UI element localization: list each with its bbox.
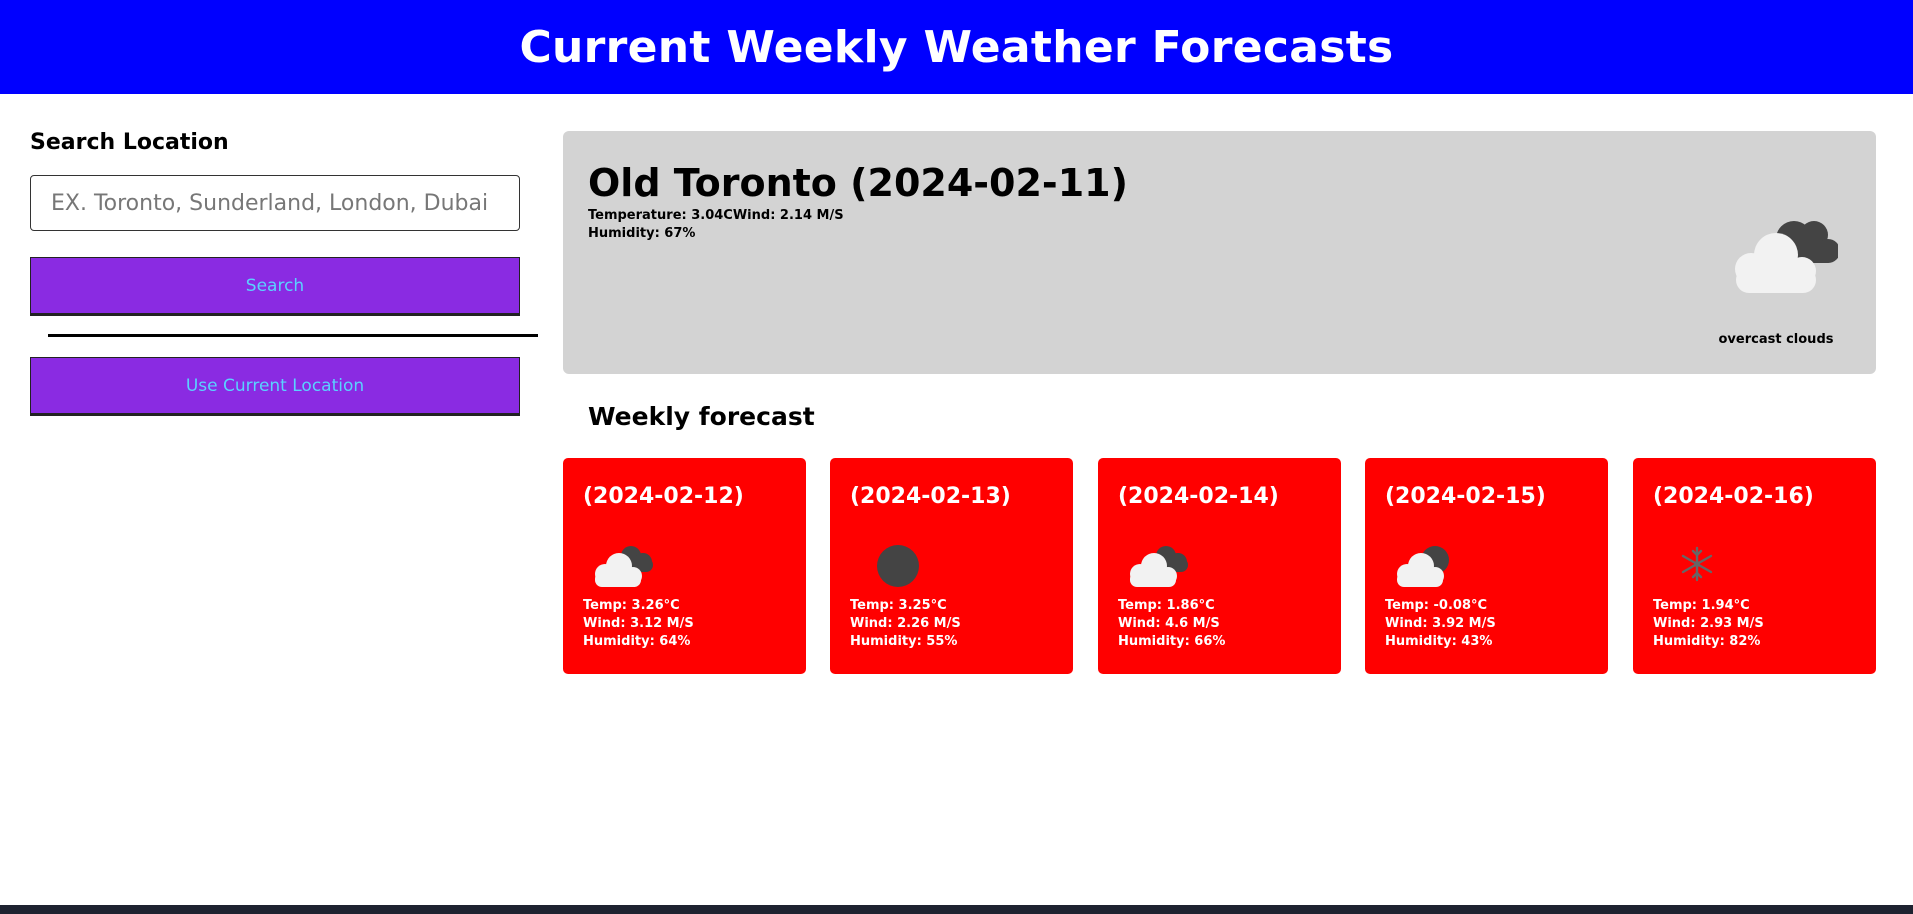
forecast-wind: Wind: 2.93 M/S: [1653, 616, 1764, 631]
current-humidity: Humidity: 67%: [588, 226, 696, 241]
forecast-card: (2024-02-12) Temp: 3.26°C Wind: 3.12 M/S…: [563, 458, 806, 674]
forecast-wind: Wind: 4.6 M/S: [1118, 616, 1220, 631]
forecast-card: (2024-02-16) Temp: 1.94°C Wind: 2.93 M/S…: [1633, 458, 1876, 674]
forecast-humidity: Humidity: 43%: [1385, 634, 1493, 649]
broken-clouds-icon: [595, 546, 653, 587]
forecast-humidity: Humidity: 55%: [850, 634, 958, 649]
partly-cloudy-icon: [1397, 546, 1449, 587]
forecast-temp: Temp: 3.26°C: [583, 598, 680, 613]
snow-icon: [1681, 546, 1713, 582]
search-input[interactable]: [30, 175, 520, 231]
search-sidebar: Search Location Search Use Current Locat…: [30, 130, 538, 416]
forecast-humidity: Humidity: 66%: [1118, 634, 1226, 649]
broken-clouds-icon: [1130, 546, 1188, 587]
current-description: overcast clouds: [1718, 332, 1834, 347]
divider: [48, 334, 538, 337]
dark-cloud-icon: [877, 545, 919, 587]
forecast-humidity: Humidity: 64%: [583, 634, 691, 649]
page-header: Current Weekly Weather Forecasts: [0, 0, 1913, 94]
forecast-date: (2024-02-14): [1118, 484, 1279, 509]
forecast-date: (2024-02-16): [1653, 484, 1814, 509]
current-location-title: Old Toronto (2024-02-11): [588, 161, 1128, 205]
forecast-humidity: Humidity: 82%: [1653, 634, 1761, 649]
forecast-date: (2024-02-13): [850, 484, 1011, 509]
forecast-wind: Wind: 2.26 M/S: [850, 616, 961, 631]
forecast-card: (2024-02-15) Temp: -0.08°C Wind: 3.92 M/…: [1365, 458, 1608, 674]
page-title: Current Weekly Weather Forecasts: [519, 21, 1394, 73]
search-button[interactable]: Search: [30, 257, 520, 316]
bottom-bar: [0, 905, 1913, 914]
forecast-temp: Temp: 1.94°C: [1653, 598, 1750, 613]
forecast-date: (2024-02-15): [1385, 484, 1546, 509]
weekly-forecast-heading: Weekly forecast: [588, 402, 815, 431]
forecast-card: (2024-02-13) Temp: 3.25°C Wind: 2.26 M/S…: [830, 458, 1073, 674]
overcast-clouds-icon: [1735, 221, 1838, 293]
weekly-forecast-list: (2024-02-12) Temp: 3.26°C Wind: 3.12 M/S…: [563, 458, 1876, 674]
forecast-wind: Wind: 3.92 M/S: [1385, 616, 1496, 631]
forecast-temp: Temp: -0.08°C: [1385, 598, 1488, 613]
forecast-temp: Temp: 3.25°C: [850, 598, 947, 613]
use-current-location-button[interactable]: Use Current Location: [30, 357, 520, 416]
forecast-date: (2024-02-12): [583, 484, 744, 509]
forecast-card: (2024-02-14) Temp: 1.86°C Wind: 4.6 M/S …: [1098, 458, 1341, 674]
search-heading: Search Location: [30, 130, 229, 155]
current-temperature-wind: Temperature: 3.04CWind: 2.14 M/S: [588, 208, 844, 223]
forecast-wind: Wind: 3.12 M/S: [583, 616, 694, 631]
forecast-temp: Temp: 1.86°C: [1118, 598, 1215, 613]
current-weather-card: Old Toronto (2024-02-11) Temperature: 3.…: [563, 131, 1876, 374]
